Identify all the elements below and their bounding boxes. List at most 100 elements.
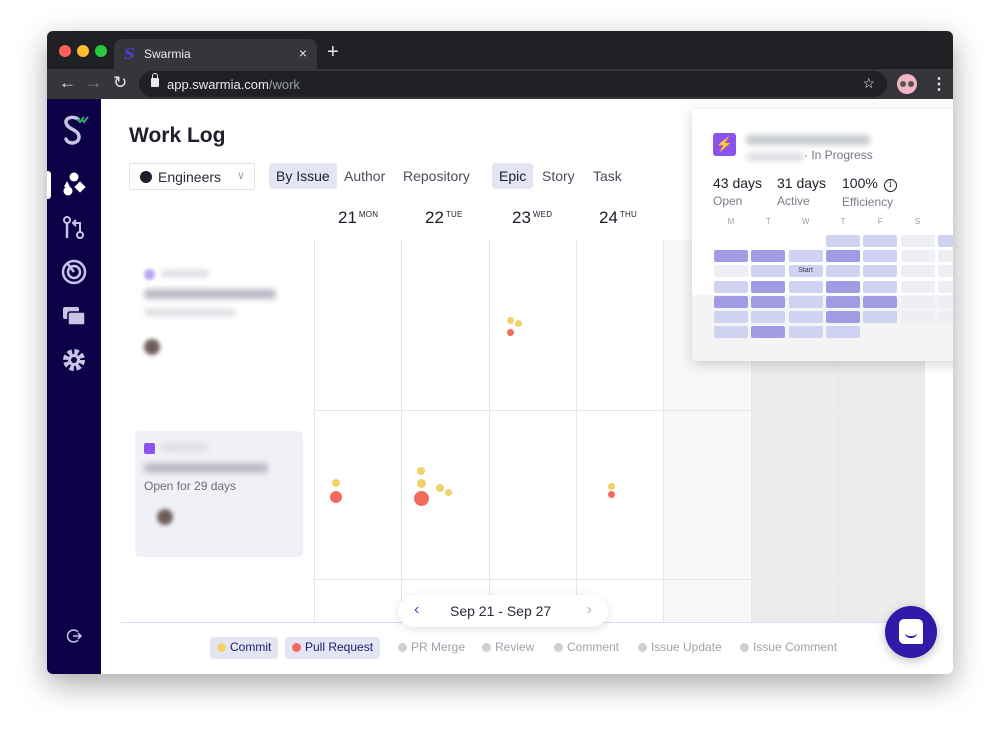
tab-author[interactable]: Author: [337, 163, 392, 189]
calendar-day-cell[interactable]: [714, 250, 748, 263]
legend-review[interactable]: Review: [475, 637, 541, 659]
back-button[interactable]: ←: [59, 73, 76, 93]
legend-pr-merge[interactable]: PR Merge: [391, 637, 472, 659]
bookmark-star-icon[interactable]: ☆: [862, 75, 875, 92]
cards-icon[interactable]: [61, 303, 87, 329]
tab-close-icon[interactable]: ×: [299, 45, 307, 61]
commit-dot[interactable]: [417, 467, 425, 475]
tab-repository[interactable]: Repository: [396, 163, 477, 189]
calendar-day-cell[interactable]: [825, 280, 860, 293]
calendar-day-cell[interactable]: [714, 280, 748, 293]
commit-dot[interactable]: [515, 319, 523, 327]
info-icon[interactable]: i: [883, 179, 897, 192]
legend-issue-comment[interactable]: Issue Comment: [733, 637, 844, 659]
calendar-day-cell[interactable]: [900, 235, 935, 247]
browser-tab[interactable]: S Swarmia ×: [114, 39, 317, 69]
commit-dot[interactable]: [607, 482, 615, 490]
calendar-day-cell[interactable]: [863, 280, 898, 293]
calendar-day-cell[interactable]: [937, 235, 953, 247]
calendar-day-cell[interactable]: [788, 250, 823, 263]
calendar-day-cell[interactable]: [825, 235, 860, 247]
new-tab-button[interactable]: +: [327, 41, 339, 64]
next-week-button[interactable]: ›: [587, 601, 592, 619]
team-select[interactable]: Engineers ∨: [129, 163, 255, 190]
calendar-day-cell[interactable]: [937, 265, 953, 278]
day-column: [401, 240, 489, 623]
minimize-window-button[interactable]: [77, 45, 89, 57]
calendar-day-cell[interactable]: [863, 295, 898, 308]
calendar-day-cell[interactable]: [900, 250, 935, 263]
calendar-day-cell[interactable]: [863, 235, 898, 247]
calendar-day-cell[interactable]: [825, 311, 860, 323]
calendar-day-cell[interactable]: [714, 311, 748, 323]
tab-by-issue[interactable]: By Issue: [269, 163, 337, 189]
address-bar[interactable]: app.swarmia.com/work ☆: [139, 71, 887, 97]
gear-icon[interactable]: [61, 347, 87, 373]
calendar-day-cell[interactable]: [937, 250, 953, 263]
calendar-day-cell[interactable]: [788, 295, 823, 308]
target-icon[interactable]: [61, 259, 87, 285]
calendar-day-cell[interactable]: [825, 265, 860, 278]
calendar-day-cell[interactable]: [900, 280, 935, 293]
issue-card[interactable]: [135, 257, 303, 367]
calendar-day-cell[interactable]: [900, 265, 935, 278]
previous-week-button[interactable]: ‹: [414, 601, 419, 619]
day-header: 22 TUE: [425, 208, 463, 227]
calendar-day-cell[interactable]: [900, 311, 935, 323]
browser-menu-icon[interactable]: ⋮: [931, 74, 947, 94]
swarmia-logo-icon[interactable]: [59, 113, 89, 147]
reload-button[interactable]: ↻: [113, 73, 127, 93]
calendar-day-cell[interactable]: [751, 280, 786, 293]
calendar-day-cell[interactable]: [937, 280, 953, 293]
calendar-day-cell[interactable]: [751, 265, 786, 278]
calendar-day-cell[interactable]: [825, 250, 860, 263]
calendar-day-cell[interactable]: [751, 295, 786, 308]
logout-icon[interactable]: [65, 627, 83, 645]
pull-request-dot[interactable]: [413, 490, 429, 506]
maximize-window-button[interactable]: [95, 45, 107, 57]
calendar-day-cell[interactable]: [788, 280, 823, 293]
weekday-label: T: [840, 217, 846, 226]
chat-button[interactable]: [885, 606, 937, 658]
profile-avatar[interactable]: [897, 74, 917, 94]
team-select-value: Engineers: [158, 169, 222, 185]
calendar-day-cell[interactable]: [863, 265, 898, 278]
commit-dot[interactable]: [436, 484, 444, 492]
calendar-day-cell[interactable]: [788, 326, 823, 339]
calendar-day-cell[interactable]: [751, 326, 786, 339]
calendar-day-cell[interactable]: [825, 295, 860, 308]
shapes-icon[interactable]: [61, 171, 87, 197]
close-window-button[interactable]: [59, 45, 71, 57]
pull-request-icon[interactable]: [61, 215, 87, 241]
tab-story[interactable]: Story: [535, 163, 582, 189]
legend-comment[interactable]: Comment: [547, 637, 626, 659]
calendar-start-cell[interactable]: Start: [788, 265, 823, 278]
calendar-day-cell[interactable]: [714, 326, 748, 339]
pull-request-dot[interactable]: [607, 490, 615, 498]
commit-dot[interactable]: [507, 316, 515, 324]
calendar-day-cell[interactable]: [863, 311, 898, 323]
day-header: 24 THU: [599, 208, 637, 227]
forward-button[interactable]: →: [85, 73, 102, 93]
calendar-day-cell[interactable]: [825, 326, 860, 339]
calendar-day-cell[interactable]: [751, 250, 786, 263]
tab-task[interactable]: Task: [586, 163, 629, 189]
calendar-day-cell[interactable]: [900, 295, 935, 308]
issue-card[interactable]: Open for 29 days: [135, 431, 303, 557]
pull-request-dot[interactable]: [330, 491, 342, 503]
commit-dot[interactable]: [444, 488, 452, 496]
legend-pull-request[interactable]: Pull Request: [285, 637, 381, 659]
calendar-day-cell[interactable]: [714, 265, 748, 278]
calendar-day-cell[interactable]: [751, 311, 786, 323]
tab-epic[interactable]: Epic: [492, 163, 534, 189]
calendar-day-cell[interactable]: [937, 311, 953, 323]
legend-issue-update[interactable]: Issue Update: [631, 637, 729, 659]
calendar-day-cell[interactable]: [788, 311, 823, 323]
calendar-day-cell[interactable]: [863, 250, 898, 263]
calendar-day-cell[interactable]: [937, 295, 953, 308]
commit-dot[interactable]: [332, 479, 340, 487]
legend-commit[interactable]: Commit: [210, 637, 279, 659]
pull-request-dot[interactable]: [507, 328, 515, 336]
calendar-day-cell[interactable]: [714, 295, 748, 308]
commit-dot[interactable]: [416, 478, 426, 488]
